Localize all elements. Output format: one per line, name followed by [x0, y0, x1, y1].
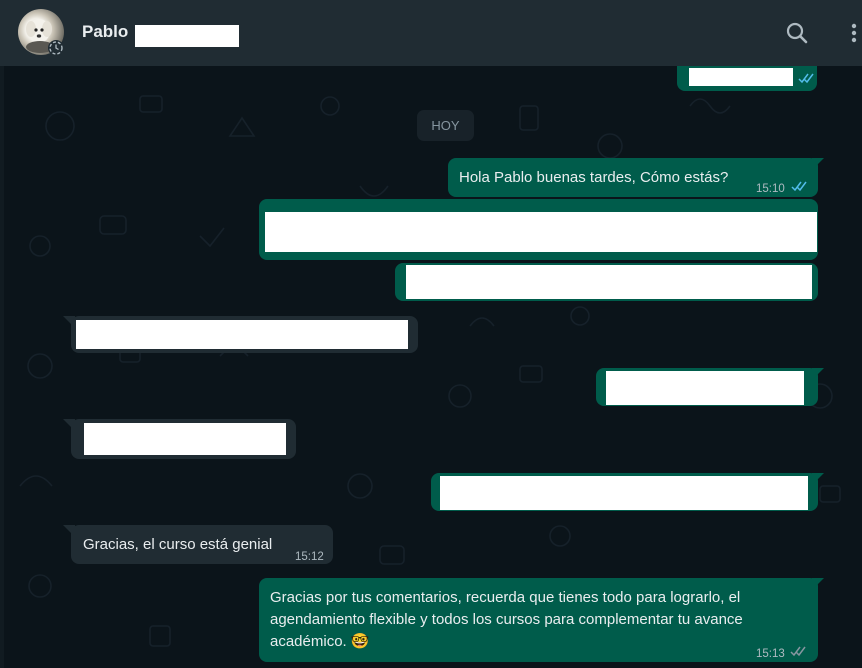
pane-divider	[0, 66, 4, 668]
message-bubble-outgoing[interactable]	[395, 263, 818, 301]
redacted-text	[76, 320, 408, 349]
message-bubble-outgoing[interactable]	[259, 199, 818, 260]
message-text: Gracias, el curso está genial	[83, 536, 273, 553]
contact-name[interactable]: Pablo	[82, 22, 128, 42]
search-icon	[786, 22, 808, 44]
message-bubble-incoming[interactable]: Gracias, el curso está genial 15:12	[71, 525, 333, 564]
message-time: 15:13	[756, 648, 785, 660]
bubble-tail	[812, 473, 824, 485]
chat-header: Pablo	[0, 0, 862, 66]
read-ticks-icon	[798, 73, 814, 84]
redacted-text	[265, 212, 817, 252]
message-bubble-incoming[interactable]	[71, 419, 296, 459]
bubble-tail	[63, 419, 75, 431]
chat-window: Pablo HOY Hola Pablo buenas tardes, Cómo…	[0, 0, 862, 668]
message-bubble-incoming[interactable]	[71, 316, 418, 353]
message-text: Hola Pablo buenas tardes, Cómo estás?	[459, 169, 729, 186]
redacted-text	[406, 265, 812, 299]
message-bubble-outgoing[interactable]: Gracias por tus comentarios, recuerda qu…	[259, 578, 818, 662]
message-bubble-outgoing[interactable]: Hola Pablo buenas tardes, Cómo estás? 15…	[448, 158, 818, 197]
more-vertical-icon	[851, 23, 857, 43]
read-ticks-icon	[790, 646, 806, 657]
message-time: 15:12	[295, 551, 324, 563]
read-ticks-icon	[791, 181, 807, 192]
redacted-surname	[135, 25, 239, 47]
bubble-tail	[812, 158, 824, 170]
bubble-tail	[63, 525, 75, 537]
redacted-text	[440, 476, 808, 510]
message-bubble-outgoing[interactable]	[596, 368, 818, 406]
day-separator: HOY	[417, 110, 474, 141]
message-text: Gracias por tus comentarios, recuerda qu…	[270, 589, 743, 650]
menu-button[interactable]	[846, 20, 862, 46]
redacted-text	[606, 371, 804, 405]
message-time: 15:10	[756, 183, 785, 195]
message-bubble-outgoing[interactable]	[431, 473, 818, 511]
message-list[interactable]: HOY Hola Pablo buenas tardes, Cómo estás…	[0, 66, 862, 668]
redacted-text	[84, 423, 286, 455]
redacted-text	[689, 68, 793, 86]
bubble-tail	[812, 578, 824, 590]
bubble-tail	[812, 368, 824, 380]
bubble-tail	[63, 316, 75, 328]
message-bubble-outgoing[interactable]	[677, 66, 817, 91]
search-button[interactable]	[784, 20, 810, 46]
status-icon	[48, 40, 64, 56]
